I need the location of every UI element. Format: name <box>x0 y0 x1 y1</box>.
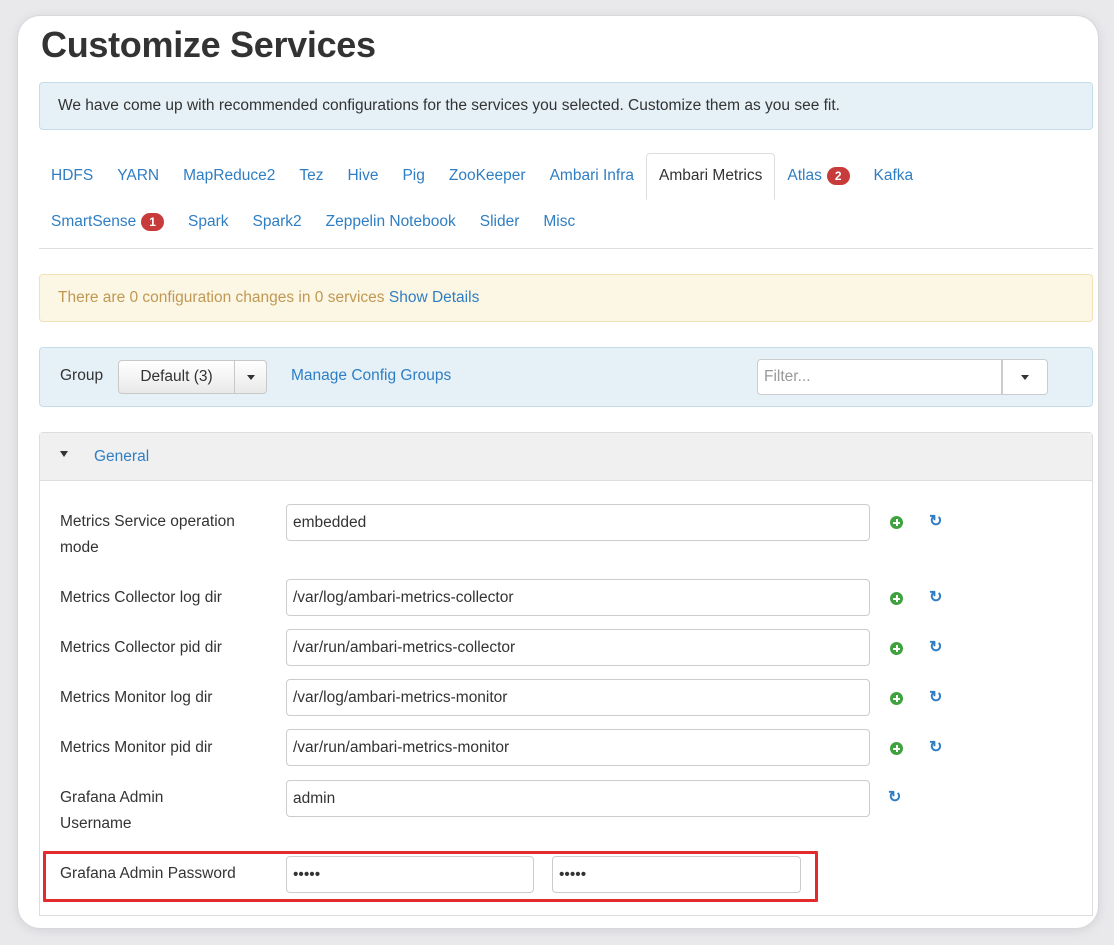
plus-circle-icon[interactable] <box>890 516 903 529</box>
refresh-icon[interactable]: ↻ <box>929 514 942 530</box>
grafana-password-confirm-input[interactable] <box>552 856 801 893</box>
tab-tez[interactable]: Tez <box>287 153 335 199</box>
prop-label: Grafana Admin Username <box>60 789 164 832</box>
tab-spark[interactable]: Spark <box>176 199 241 245</box>
section-title[interactable]: General <box>94 448 149 466</box>
tab-label: SmartSense <box>51 213 137 230</box>
main-card: Customize Services We have come up with … <box>18 16 1098 928</box>
tab-atlas[interactable]: Atlas 2 <box>775 153 861 199</box>
group-selector: Default (3) <box>118 360 267 394</box>
prop-label: Metrics Monitor pid dir <box>60 739 213 756</box>
tab-row-1: HDFS YARN MapReduce2 Tez Hive Pig ZooKee… <box>39 152 926 200</box>
caret-down-icon <box>246 374 255 380</box>
prop-label: Metrics Monitor log dir <box>60 689 213 706</box>
tab-label: YARN <box>117 167 160 184</box>
refresh-icon[interactable]: ↻ <box>888 790 901 806</box>
config-changes-text: There are 0 configuration changes in 0 s… <box>58 289 385 306</box>
show-details-link[interactable]: Show Details <box>389 289 479 306</box>
config-group-bar: Group Default (3) Manage Config Groups <box>39 347 1093 407</box>
refresh-icon[interactable]: ↻ <box>929 590 942 606</box>
tab-label: Slider <box>479 213 520 230</box>
tab-label: Spark <box>187 213 229 230</box>
filter-dropdown-toggle[interactable] <box>1002 359 1048 395</box>
tab-ambari-infra[interactable]: Ambari Infra <box>538 153 646 199</box>
tab-zeppelin-notebook[interactable]: Zeppelin Notebook <box>314 199 468 245</box>
caret-down-icon <box>60 451 68 457</box>
collector-pid-dir-input[interactable] <box>286 629 870 666</box>
tab-label: Spark2 <box>252 213 302 230</box>
config-changes-banner: There are 0 configuration changes in 0 s… <box>39 274 1093 322</box>
tab-hive[interactable]: Hive <box>335 153 390 199</box>
grafana-username-input[interactable] <box>286 780 870 817</box>
monitor-log-dir-input[interactable] <box>286 679 870 716</box>
filter-control <box>757 359 1048 395</box>
grafana-password-input[interactable] <box>286 856 534 893</box>
tab-ambari-metrics[interactable]: Ambari Metrics <box>646 152 776 200</box>
tab-label: Ambari Metrics <box>659 167 763 184</box>
monitor-pid-dir-input[interactable] <box>286 729 870 766</box>
tab-label: Pig <box>402 167 425 184</box>
alert-count-badge: 2 <box>826 167 850 185</box>
tab-yarn[interactable]: YARN <box>105 153 171 199</box>
tab-label: HDFS <box>51 167 94 184</box>
recommendation-banner: We have come up with recommended configu… <box>39 82 1093 130</box>
collector-log-dir-input[interactable] <box>286 579 870 616</box>
prop-label: Metrics Collector pid dir <box>60 639 222 656</box>
plus-circle-icon[interactable] <box>890 742 903 755</box>
caret-down-icon <box>1021 374 1029 380</box>
alert-count-badge: 1 <box>141 213 164 231</box>
service-tabs: HDFS YARN MapReduce2 Tez Hive Pig ZooKee… <box>39 152 1093 249</box>
prop-label: Grafana Admin Password <box>60 865 236 882</box>
tab-misc[interactable]: Misc <box>531 199 587 245</box>
tab-label: Kafka <box>873 167 914 184</box>
group-label: Group <box>60 367 104 384</box>
tab-row-2: SmartSense 1 Spark Spark2 Zeppelin Notebo… <box>39 199 587 245</box>
plus-circle-icon[interactable] <box>890 692 903 705</box>
section-header[interactable]: General <box>40 433 1092 481</box>
tab-label: Tez <box>299 167 324 184</box>
plus-circle-icon[interactable] <box>890 642 903 655</box>
tab-label: Atlas <box>787 167 822 184</box>
metrics-service-mode-input[interactable] <box>286 504 870 541</box>
prop-label: Metrics Service operation mode <box>60 513 235 556</box>
plus-circle-icon[interactable] <box>890 592 903 605</box>
tab-slider[interactable]: Slider <box>468 199 532 245</box>
filter-input[interactable] <box>757 359 1002 395</box>
group-select-button[interactable]: Default (3) <box>118 360 235 394</box>
general-section: General Metrics Service operation mode ↻… <box>39 432 1093 916</box>
tab-spark2[interactable]: Spark2 <box>240 199 313 245</box>
tab-label: Misc <box>543 213 576 230</box>
tab-pig[interactable]: Pig <box>390 153 436 199</box>
tab-label: Hive <box>347 167 379 184</box>
tab-label: Zeppelin Notebook <box>325 213 456 230</box>
tab-mapreduce2[interactable]: MapReduce2 <box>171 153 287 199</box>
tab-label: MapReduce2 <box>183 167 276 184</box>
group-dropdown-toggle[interactable] <box>235 360 267 394</box>
prop-label: Metrics Collector log dir <box>60 589 222 606</box>
refresh-icon[interactable]: ↻ <box>929 740 942 756</box>
page-title: Customize Services <box>41 24 376 65</box>
tab-label: ZooKeeper <box>448 167 526 184</box>
tab-kafka[interactable]: Kafka <box>862 153 926 199</box>
refresh-icon[interactable]: ↻ <box>929 690 942 706</box>
tab-label: Ambari Infra <box>549 167 634 184</box>
tab-zookeeper[interactable]: ZooKeeper <box>437 153 538 199</box>
refresh-icon[interactable]: ↻ <box>929 640 942 656</box>
tab-hdfs[interactable]: HDFS <box>39 153 105 199</box>
manage-config-groups-link[interactable]: Manage Config Groups <box>291 367 451 385</box>
tab-smartsense[interactable]: SmartSense 1 <box>39 199 176 245</box>
